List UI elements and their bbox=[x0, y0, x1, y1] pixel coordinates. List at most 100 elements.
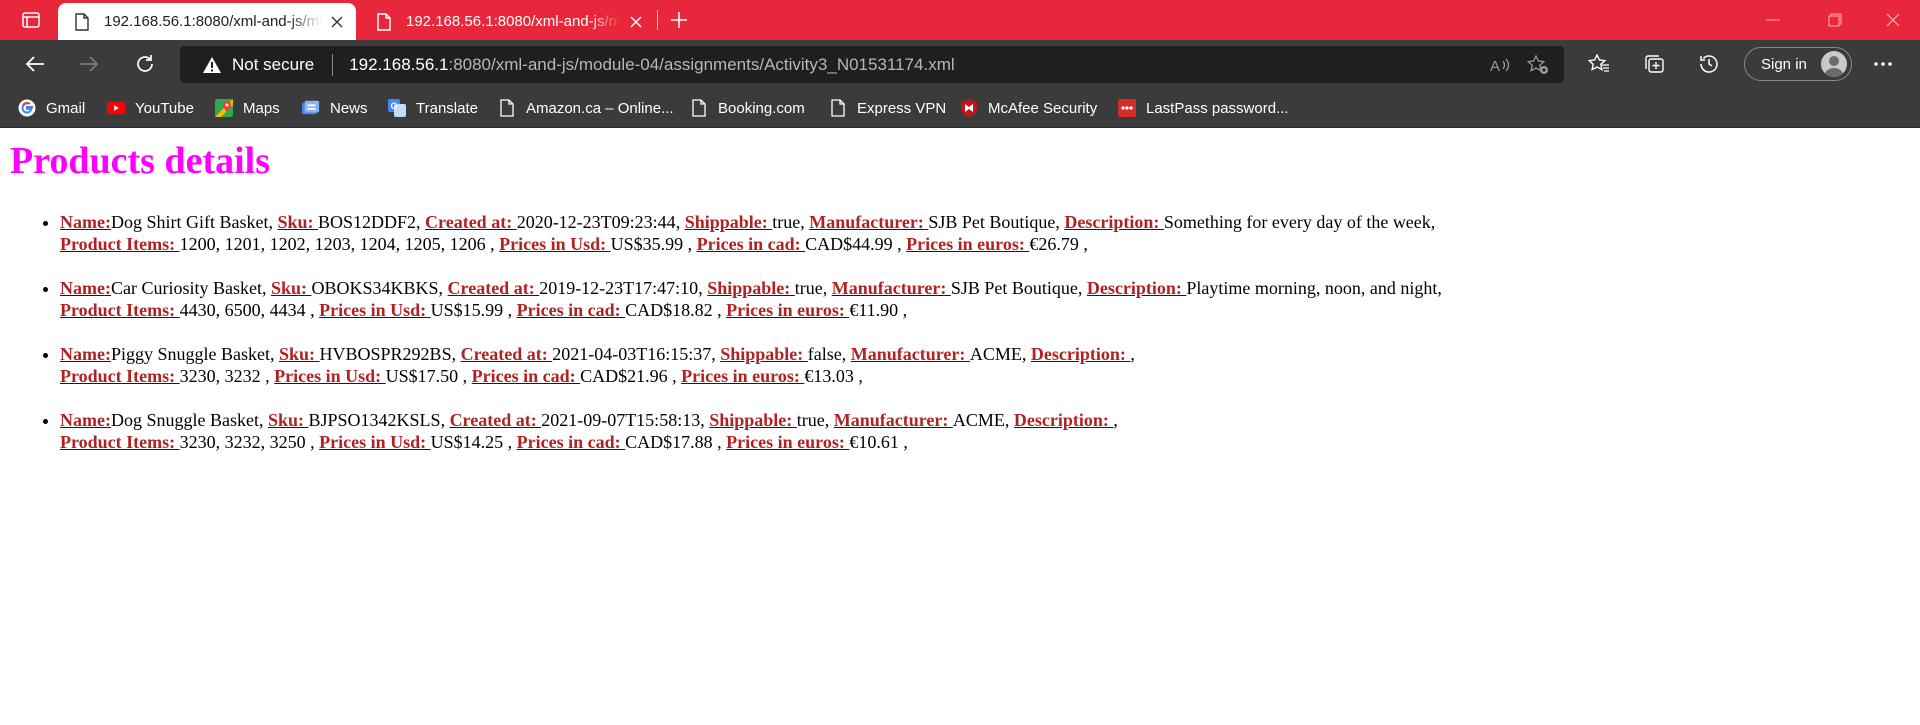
settings-more-button[interactable] bbox=[1866, 48, 1900, 80]
created-label: Created at: bbox=[460, 344, 553, 364]
name-label: Name: bbox=[60, 410, 111, 430]
url-host: 192.168.56.1 bbox=[349, 54, 449, 74]
description-label: Description: bbox=[1030, 344, 1131, 364]
usd-value: US$15.99 bbox=[430, 300, 504, 320]
news-icon bbox=[302, 99, 320, 117]
minimize-button[interactable] bbox=[1746, 0, 1800, 40]
url-text[interactable]: 192.168.56.1:8080/xml-and-js/module-04/a… bbox=[349, 55, 954, 75]
items-label: Product Items: bbox=[60, 432, 180, 452]
mcafee-icon bbox=[960, 99, 978, 117]
bookmark-lastpass[interactable]: LastPass password... bbox=[1118, 96, 1289, 120]
created-value: 2021-09-07T15:58:13 bbox=[541, 410, 701, 430]
list-item: Name:Car Curiosity Basket, Sku: OBOKS34K… bbox=[60, 277, 1860, 321]
sku-label: Sku: bbox=[277, 212, 319, 232]
bookmark-express-vpn[interactable]: Express VPN bbox=[829, 96, 946, 120]
sign-in-button[interactable]: Sign in bbox=[1744, 47, 1852, 81]
close-window-button[interactable] bbox=[1866, 0, 1920, 40]
tab-strip: 192.168.56.1:8080/xml-and-js/module-04/a… bbox=[0, 0, 1920, 40]
refresh-button[interactable] bbox=[128, 48, 162, 80]
eur-label: Prices in euros: bbox=[726, 432, 850, 452]
bookmark-gmail[interactable]: Gmail bbox=[18, 96, 85, 120]
bookmark-label: News bbox=[330, 99, 368, 117]
document-icon bbox=[377, 12, 391, 31]
created-label: Created at: bbox=[425, 212, 517, 232]
name-label: Name: bbox=[60, 278, 111, 298]
eur-value: €13.03 bbox=[804, 366, 854, 386]
bookmark-amazon[interactable]: Amazon.ca – Online... bbox=[498, 96, 674, 120]
items-value: 3230, 3232 bbox=[179, 366, 261, 386]
tab-actions-button[interactable] bbox=[14, 8, 48, 32]
sign-in-label: Sign in bbox=[1761, 55, 1807, 73]
cad-label: Prices in cad: bbox=[471, 366, 581, 386]
eur-value: €10.61 bbox=[849, 432, 899, 452]
manufacturer-label: Manufacturer: bbox=[833, 410, 953, 430]
manufacturer-value: SJB Pet Boutique bbox=[950, 278, 1078, 298]
shippable-label: Shippable: bbox=[720, 344, 808, 364]
name-value: Dog Snuggle Basket bbox=[110, 410, 259, 430]
description-label: Description: bbox=[1013, 410, 1114, 430]
manufacturer-label: Manufacturer: bbox=[809, 212, 929, 232]
collections-button[interactable] bbox=[1637, 48, 1671, 80]
forward-button[interactable] bbox=[72, 48, 106, 80]
items-label: Product Items: bbox=[60, 300, 180, 320]
address-bar[interactable]: Not secure 192.168.56.1:8080/xml-and-js/… bbox=[180, 46, 1564, 83]
bookmark-youtube[interactable]: YouTube bbox=[107, 96, 194, 120]
cad-value: CAD$21.96 bbox=[580, 366, 668, 386]
warning-icon[interactable] bbox=[202, 55, 222, 75]
svg-text:A: A bbox=[1490, 58, 1500, 74]
cad-label: Prices in cad: bbox=[516, 300, 626, 320]
back-button[interactable] bbox=[18, 48, 52, 80]
bookmark-translate[interactable]: G Translate bbox=[388, 96, 478, 120]
shippable-label: Shippable: bbox=[707, 278, 795, 298]
favorites-button[interactable] bbox=[1582, 48, 1616, 80]
close-tab-button[interactable] bbox=[330, 15, 344, 29]
cad-label: Prices in cad: bbox=[516, 432, 626, 452]
close-tab-button[interactable] bbox=[629, 15, 643, 29]
description-label: Description: bbox=[1086, 278, 1187, 298]
read-aloud-button[interactable]: A bbox=[1486, 52, 1514, 78]
google-icon bbox=[18, 99, 36, 117]
usd-label: Prices in Usd: bbox=[274, 366, 386, 386]
read-aloud-icon: A bbox=[1490, 58, 1510, 74]
name-label: Name: bbox=[60, 344, 111, 364]
description-label: Description: bbox=[1064, 212, 1164, 232]
created-value: 2019-12-23T17:47:10 bbox=[539, 278, 699, 298]
items-value: 4430, 6500, 4434 bbox=[179, 300, 306, 320]
restore-icon bbox=[1828, 13, 1842, 27]
history-button[interactable] bbox=[1692, 48, 1726, 80]
description-value: Something for every day of the week bbox=[1163, 212, 1431, 232]
manufacturer-value: ACME bbox=[969, 344, 1022, 364]
bookmark-label: Gmail bbox=[46, 99, 86, 117]
tab-inactive[interactable]: 192.168.56.1:8080/xml-and-js/module-04/a… bbox=[360, 3, 655, 40]
shippable-label: Shippable: bbox=[684, 212, 773, 232]
cad-value: CAD$44.99 bbox=[805, 234, 893, 254]
list-item: Name:Dog Snuggle Basket, Sku: BJPSO1342K… bbox=[60, 409, 1860, 453]
page-title: Products details bbox=[10, 140, 271, 182]
restore-button[interactable] bbox=[1808, 0, 1862, 40]
add-favorite-button[interactable] bbox=[1524, 52, 1552, 78]
svg-text:G: G bbox=[391, 101, 398, 111]
tab-active[interactable]: 192.168.56.1:8080/xml-and-js/module-04/a… bbox=[58, 3, 356, 40]
star-add-icon bbox=[1527, 55, 1548, 74]
bookmarks-bar: Gmail YouTube Maps News G Translate Amaz… bbox=[0, 88, 1920, 128]
document-icon bbox=[75, 12, 89, 31]
bookmark-booking[interactable]: Booking.com bbox=[690, 96, 805, 120]
shippable-value: true bbox=[772, 212, 801, 232]
usd-value: US$14.25 bbox=[430, 432, 504, 452]
close-icon bbox=[1886, 13, 1900, 27]
bookmark-news[interactable]: News bbox=[302, 96, 368, 120]
bookmark-maps[interactable]: Maps bbox=[215, 96, 280, 120]
forward-arrow-icon bbox=[80, 56, 99, 72]
bookmark-label: McAfee Security bbox=[988, 99, 1098, 117]
youtube-icon bbox=[107, 99, 125, 117]
sku-label: Sku: bbox=[270, 278, 312, 298]
bookmark-label: Booking.com bbox=[718, 99, 805, 117]
security-status[interactable]: Not secure bbox=[232, 55, 314, 75]
collections-icon bbox=[1645, 55, 1664, 73]
bookmark-label: Amazon.ca – Online... bbox=[526, 99, 674, 117]
manufacturer-label: Manufacturer: bbox=[850, 344, 970, 364]
name-label: Name: bbox=[60, 212, 111, 232]
bookmark-mcafee[interactable]: McAfee Security bbox=[960, 96, 1097, 120]
created-label: Created at: bbox=[449, 410, 542, 430]
new-tab-button[interactable] bbox=[664, 8, 694, 32]
